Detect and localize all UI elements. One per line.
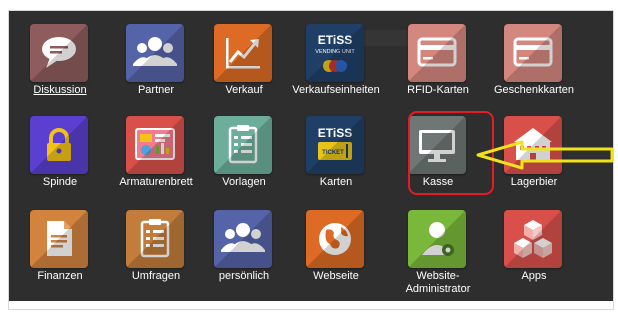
padlock-icon [30,116,88,174]
app-tile-label: Website- Administrator [405,270,471,295]
survey-clipboard-icon [126,210,184,268]
app-tile-label: Verkauf [225,84,263,96]
app-tile-label: Geschenkkarten [493,84,575,96]
app-tile-label: Lagerbier [510,176,558,188]
app-tile-label: Finanzen [37,270,83,282]
app-tile-label: RFID-Karten [407,84,469,96]
trend-chart-icon [214,24,272,82]
card-icon [504,24,562,82]
app-tile-geschenkkarten[interactable]: Geschenkkarten [484,20,584,104]
cubes-icon [504,210,562,268]
app-tile-label: Spinde [42,176,78,188]
app-tile-label: persönlich [218,270,270,282]
app-tile-label: Diskussion [33,84,87,96]
svg-text:TICKET: TICKET [322,150,344,156]
users-icon [126,24,184,82]
app-tile-label: Verkaufseinheiten [292,84,380,96]
app-tile-label: Vorlagen [222,176,266,188]
yellow-pointer-arrow [476,140,614,170]
app-tile-label: Armaturenbrett [119,176,193,188]
app-tile-karten[interactable]: ETiSS TICKET Karten [286,112,386,196]
svg-text:VENDING UNIT: VENDING UNIT [315,49,355,55]
app-tile-spinde[interactable]: Spinde [10,112,110,196]
app-tile-verkauf[interactable]: Verkauf [194,20,294,104]
etiss-ticket-logo: ETiSS TICKET [306,116,364,174]
app-tile-diskussion[interactable]: Diskussion [10,20,110,104]
admin-user-icon [408,210,466,268]
app-tile-label: Webseite [313,270,359,282]
users-icon [214,210,272,268]
app-tile-umfragen[interactable]: Umfragen [106,206,206,290]
app-tile-apps[interactable]: Apps [484,206,584,290]
app-tile-webseite[interactable]: Webseite [286,206,386,290]
svg-text:ETiSS: ETiSS [318,126,352,140]
document-icon [30,210,88,268]
svg-text:ETiSS: ETiSS [318,33,352,47]
app-tile-vorlagen[interactable]: Vorlagen [194,112,294,196]
app-tile-partner[interactable]: Partner [106,20,206,104]
app-tile-verkaufseinheiten[interactable]: ETiSS VENDING UNIT Verkaufseinheiten [286,20,386,104]
app-tile-label: Partner [137,84,175,96]
app-tile-rfid-karten[interactable]: RFID-Karten [388,20,488,104]
etiss-vending-logo: ETiSS VENDING UNIT [306,24,364,82]
app-tile-label: Apps [521,270,547,282]
app-tile-label: Umfragen [131,270,181,282]
app-tile-finanzen[interactable]: Finanzen [10,206,110,290]
globe-icon [306,210,364,268]
app-tile-persönlich[interactable]: persönlich [194,206,294,290]
chat-bubble-icon [30,24,88,82]
app-tile-label: Karten [319,176,353,188]
app-tile-armaturenbrett[interactable]: Armaturenbrett [106,112,206,196]
app-tile-website-administrator[interactable]: Website- Administrator [388,206,488,295]
clipboard-icon [214,116,272,174]
card-icon [408,24,466,82]
dashboard-icon [126,116,184,174]
